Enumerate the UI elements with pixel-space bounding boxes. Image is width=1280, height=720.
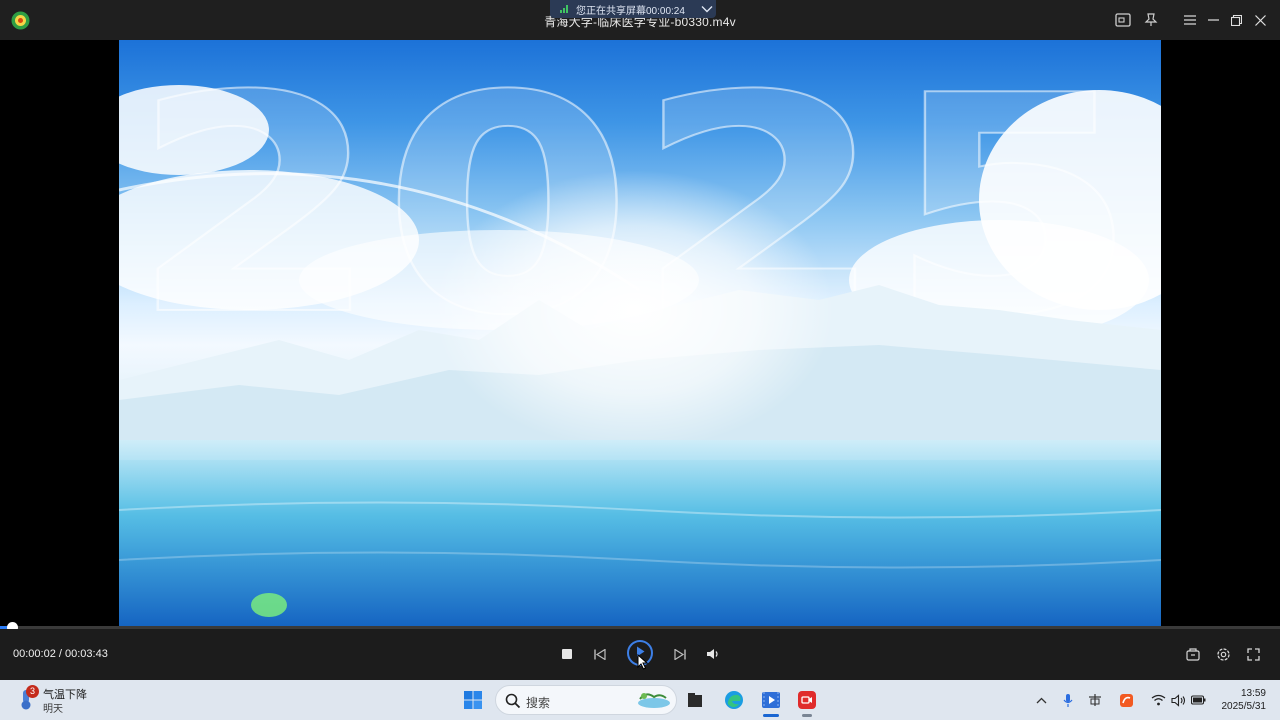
active-app-indicator — [763, 714, 779, 717]
chevron-up-icon[interactable] — [1032, 691, 1050, 709]
windows-start-icon[interactable] — [459, 686, 487, 714]
speaker-icon[interactable] — [1169, 691, 1187, 709]
system-clock[interactable]: 13:59 2025/5/31 — [1210, 687, 1267, 713]
screenshot-icon[interactable] — [1113, 10, 1133, 30]
open-app-indicator — [802, 714, 812, 717]
close-icon[interactable] — [1250, 10, 1270, 30]
edge-icon[interactable] — [720, 686, 748, 714]
stop-icon[interactable] — [555, 642, 579, 666]
clock-date: 2025/5/31 — [1221, 701, 1267, 712]
volume-icon[interactable] — [701, 642, 725, 666]
settings-icon[interactable] — [1211, 642, 1235, 666]
wifi-icon[interactable] — [1149, 691, 1167, 709]
input-method-icon[interactable] — [1086, 691, 1104, 709]
weather-widget[interactable]: 3 气温下降 明天 — [16, 685, 106, 715]
app-logo-icon[interactable] — [11, 11, 30, 30]
mouse-cursor-icon — [637, 653, 649, 670]
minimize-icon[interactable] — [1203, 10, 1223, 30]
video-player-icon[interactable] — [757, 686, 785, 717]
video-frame[interactable]: 2025 — [119, 40, 1161, 627]
search-icon — [505, 693, 521, 709]
previous-icon[interactable] — [588, 642, 612, 666]
time-readout: 00:00:02 / 00:03:43 — [13, 648, 108, 660]
search-highlight-icon — [634, 689, 672, 711]
security-icon[interactable] — [1117, 691, 1135, 709]
restore-icon[interactable] — [1226, 10, 1246, 30]
screen-share-text: 您正在共享屏幕00:00:24 — [576, 5, 685, 17]
video-area[interactable]: 2025 — [0, 40, 1280, 627]
weather-day: 明天 — [43, 704, 63, 715]
playlist-icon[interactable] — [1181, 642, 1205, 666]
screen-share-banner[interactable]: 您正在共享屏幕00:00:24 — [550, 0, 716, 18]
taskbar: 3 气温下降 明天 搜索 13:59 2025/5/31 — [0, 680, 1280, 720]
signal-icon — [560, 5, 568, 13]
taskbar-search[interactable]: 搜索 — [495, 685, 677, 715]
clock-time: 13:59 — [1240, 688, 1266, 699]
title-bar: 青海大学-临床医学专业-b0330.m4v 您正在共享屏幕00:00:24 — [0, 0, 1280, 40]
weather-badge: 3 — [26, 685, 39, 698]
file-explorer-icon[interactable] — [681, 686, 709, 714]
microphone-icon[interactable] — [1059, 691, 1077, 709]
pin-icon[interactable] — [1141, 10, 1161, 30]
menu-icon[interactable] — [1180, 10, 1200, 30]
search-placeholder: 搜索 — [526, 696, 551, 710]
battery-icon[interactable] — [1189, 691, 1207, 709]
chevron-down-icon[interactable] — [698, 0, 716, 18]
fullscreen-icon[interactable] — [1241, 642, 1265, 666]
screen-recorder-icon[interactable] — [793, 686, 821, 717]
next-icon[interactable] — [668, 642, 692, 666]
